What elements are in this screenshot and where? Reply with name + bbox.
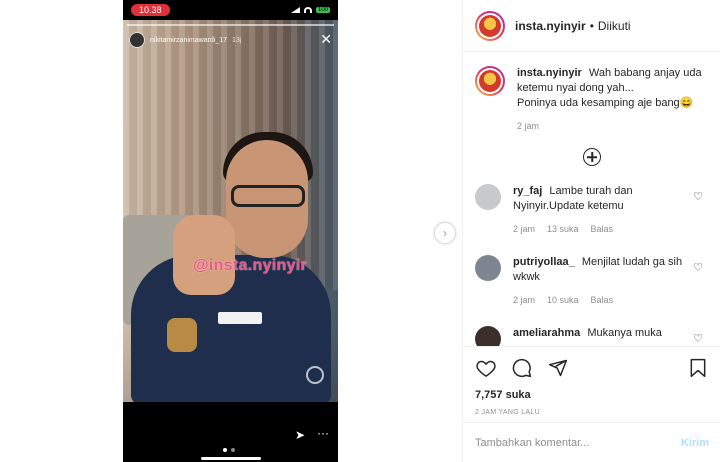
load-more-comments-button[interactable] (475, 148, 709, 166)
comment-username[interactable]: ameliarahma (513, 327, 580, 339)
comment-time: 2 jam (513, 224, 536, 234)
status-time: 10.38 (131, 4, 170, 16)
wifi-icon (303, 7, 312, 13)
story-progress-bar (127, 24, 334, 26)
next-slide-button[interactable]: › (434, 222, 456, 244)
comment-heart-icon[interactable]: ♡ (693, 332, 703, 345)
instagram-post-view: 10.38 100 nikitamirzanimawardi_17 13j ✕ … (0, 0, 720, 462)
reply-button[interactable]: Balas (591, 293, 614, 308)
story-screenshot-image: 10.38 100 nikitamirzanimawardi_17 13j ✕ … (123, 0, 338, 462)
comment-username[interactable]: putriyollaa_ (513, 256, 575, 268)
comment-heart-icon[interactable]: ♡ (693, 190, 703, 203)
author-username[interactable]: insta.nyinyir (515, 19, 586, 33)
comment-item: ameliarahma Mukanya muka ♡ (475, 326, 709, 346)
post-side-panel: insta.nyinyir • Diikuti insta.nyinyir Wa… (462, 0, 720, 462)
comment-item: ry_faj Lambe turah dan Nyinyir.Update ke… (475, 184, 709, 237)
post-comment-button[interactable]: Kirim (681, 437, 709, 449)
story-shutter-icon (306, 366, 324, 384)
watermark-text: @insta.nyinyir (193, 257, 308, 274)
add-comment-bar: Kirim (463, 422, 720, 462)
caption-text-line2: Poninya uda kesamping aje bang😄 (517, 97, 694, 109)
post-media-area: 10.38 100 nikitamirzanimawardi_17 13j ✕ … (0, 0, 462, 462)
comment-avatar[interactable] (475, 326, 501, 346)
author-avatar[interactable] (475, 10, 505, 41)
comments-list[interactable]: insta.nyinyir Wah babang anjay uda ketem… (463, 52, 720, 346)
carousel-dot-active (223, 448, 227, 452)
phone-status-bar: 10.38 100 (123, 0, 338, 20)
comment-text: Mukanya muka (587, 327, 662, 339)
comment-avatar[interactable] (475, 255, 501, 281)
heart-icon[interactable] (475, 357, 497, 379)
plus-circle-icon (583, 148, 601, 166)
comment-likes[interactable]: 13 suka (547, 222, 579, 237)
comment-icon[interactable] (511, 357, 533, 379)
comment-likes[interactable]: 10 suka (547, 293, 579, 308)
reply-button[interactable]: Balas (591, 222, 614, 237)
battery-icon: 100 (315, 7, 330, 13)
comment-input[interactable] (475, 436, 681, 449)
post-timestamp: 2 JAM YANG LALU (475, 409, 540, 416)
comment-username[interactable]: ry_faj (513, 185, 542, 197)
following-status[interactable]: Diikuti (598, 19, 631, 33)
bookmark-icon[interactable] (687, 357, 709, 379)
post-header: insta.nyinyir • Diikuti (463, 0, 720, 52)
post-caption: insta.nyinyir Wah babang anjay uda ketem… (475, 66, 709, 134)
story-time: 13j (232, 36, 242, 44)
post-actions: 7,757 suka 2 JAM YANG LALU (463, 346, 720, 416)
send-icon: ➤ (295, 428, 306, 442)
signal-icon (290, 7, 300, 13)
story-user: nikitamirzanimawardi_17 13j (129, 32, 241, 48)
more-icon: ··· (317, 426, 329, 440)
caption-username[interactable]: insta.nyinyir (517, 67, 582, 79)
close-icon: ✕ (320, 31, 332, 47)
chevron-right-icon: › (443, 226, 447, 240)
like-count[interactable]: 7,757 suka (475, 389, 709, 401)
caption-avatar[interactable] (475, 66, 505, 96)
comment-time: 2 jam (513, 295, 536, 305)
story-username: nikitamirzanimawardi_17 (150, 36, 228, 44)
comment-item: putriyollaa_ Menjilat ludah ga sih wkwk … (475, 255, 709, 308)
share-icon[interactable] (547, 357, 569, 379)
caption-time: 2 jam (517, 121, 540, 131)
home-indicator (201, 457, 261, 460)
carousel-dot (231, 448, 235, 452)
story-avatar (129, 32, 145, 48)
comment-heart-icon[interactable]: ♡ (693, 261, 703, 274)
comment-avatar[interactable] (475, 184, 501, 210)
carousel-dots (223, 448, 235, 452)
